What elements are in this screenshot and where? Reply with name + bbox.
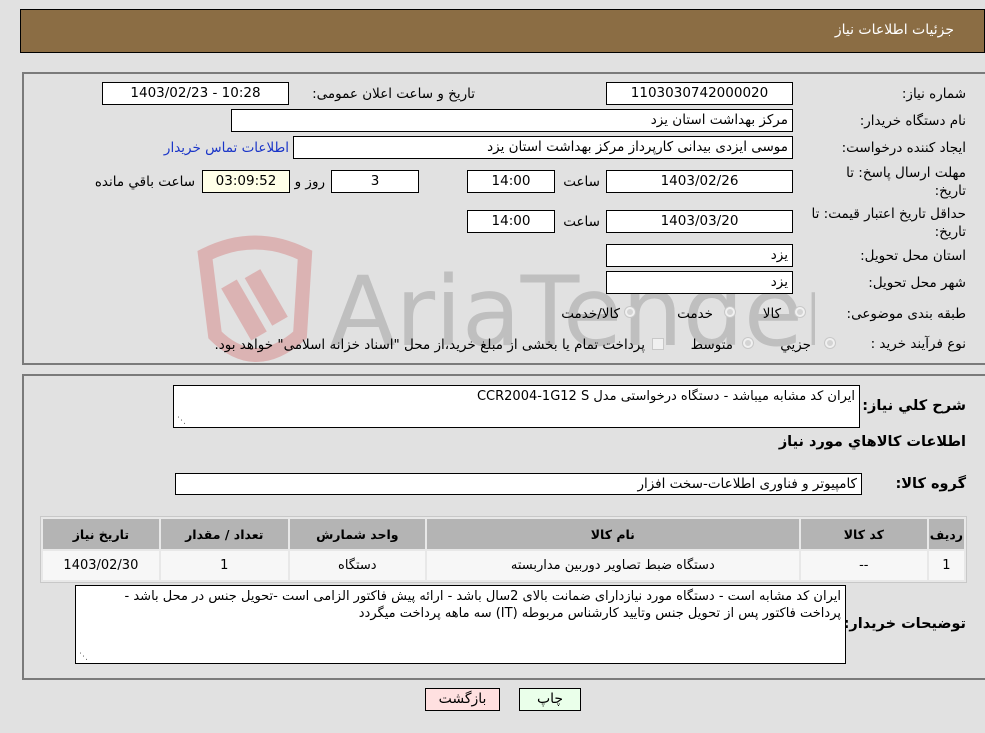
days-remaining-field: 3 [331, 170, 419, 193]
resize-grip-icon[interactable]: ⋰ [176, 417, 186, 426]
price-validity-date: 1403/03/20 [606, 210, 793, 233]
remaining-time-field: 03:09:52 [202, 170, 290, 193]
purchase-option-minor: جزيي [780, 337, 811, 353]
goods-table: ردیف کد کالا نام کالا واحد شمارش تعداد /… [40, 516, 967, 583]
print-button[interactable]: چاپ [519, 688, 581, 711]
category-radio-goods[interactable] [794, 306, 806, 318]
cell-row-number: 1 [928, 551, 964, 580]
price-validity-time: 14:00 [467, 210, 555, 233]
category-option-service: خدمت [677, 306, 713, 322]
buyer-notes-label: توضیحات خریدار: [843, 616, 966, 632]
category-radio-service[interactable] [724, 306, 736, 318]
description-label: شرح کلي نياز: [862, 398, 966, 414]
col-need-date: تاریخ نیاز [43, 519, 159, 549]
remaining-time-label: ساعت باقي مانده [94, 174, 195, 190]
announce-field: 1403/02/23 - 10:28 [102, 82, 289, 105]
cell-goods-code: -- [800, 551, 927, 580]
purchase-type-label: نوع فرآیند خرید : [870, 336, 966, 352]
table-row: 1 -- دستگاه ضبط تصاویر دوربین مداربسته د… [43, 551, 964, 580]
page-title: جزئیات اطلاعات نیاز [834, 22, 954, 38]
buyer-notes-textarea[interactable]: ایران کد مشابه است - دستگاه مورد نیازدار… [75, 585, 846, 664]
goods-group-field: کامپیوتر و فناوری اطلاعات-سخت افزار [175, 473, 862, 495]
description-text: ایران کد مشابه میباشد - دستگاه درخواستی … [476, 389, 855, 404]
price-validity-label: حداقل تاریخ اعتبار قیمت: تا تاریخ: [811, 206, 966, 240]
buyer-org-field: مرکز بهداشت استان یزد [231, 109, 793, 132]
announce-label: تاریخ و ساعت اعلان عمومی: [312, 86, 475, 102]
city-label: شهر محل تحویل: [868, 275, 966, 291]
buyer-notes-text: ایران کد مشابه است - دستگاه مورد نیازدار… [124, 589, 841, 621]
purchase-radio-minor[interactable] [824, 337, 836, 349]
category-label: طبقه بندی موضوعی: [846, 306, 966, 322]
city-field: یزد [606, 271, 793, 294]
purchase-radio-medium[interactable] [742, 337, 754, 349]
col-goods-name: نام کالا [426, 519, 799, 549]
days-label: روز و [294, 174, 325, 190]
buyer-org-label: نام دستگاه خریدار: [859, 113, 966, 129]
price-time-label: ساعت [563, 214, 600, 230]
reply-time-label: ساعت [563, 174, 600, 190]
back-button[interactable]: بازگشت [425, 688, 500, 711]
province-field: یزد [606, 244, 793, 267]
cell-unit: دستگاه [289, 551, 425, 580]
reply-deadline-label: مهلت ارسال پاسخ: تا تاریخ: [846, 165, 966, 199]
col-unit: واحد شمارش [289, 519, 425, 549]
treasury-checkbox[interactable] [652, 338, 664, 350]
category-option-goods-service: کالا/خدمت [561, 306, 620, 322]
page-header: جزئیات اطلاعات نیاز [20, 9, 985, 53]
resize-grip-icon[interactable]: ⋰ [78, 653, 88, 662]
col-goods-code: کد کالا [800, 519, 927, 549]
description-textarea[interactable]: ایران کد مشابه میباشد - دستگاه درخواستی … [173, 385, 860, 428]
payment-note: پرداخت تمام یا بخشی از مبلغ خرید،از محل … [214, 337, 645, 353]
category-option-goods: کالا [762, 306, 781, 322]
goods-group-label: گروه کالا: [895, 476, 966, 492]
buyer-contact-link[interactable]: اطلاعات تماس خریدار [164, 140, 289, 156]
reply-deadline-time: 14:00 [467, 170, 555, 193]
col-quantity: تعداد / مقدار [160, 519, 288, 549]
need-number-field: 1103030742000020 [606, 82, 793, 105]
requester-field: موسی ایزدی بیدانی کارپرداز مرکز بهداشت ا… [293, 136, 793, 159]
cell-need-date: 1403/02/30 [43, 551, 159, 580]
goods-table-header: ردیف کد کالا نام کالا واحد شمارش تعداد /… [43, 519, 964, 549]
reply-deadline-date: 1403/02/26 [606, 170, 793, 193]
province-label: استان محل تحویل: [860, 248, 966, 264]
category-radio-goods-service[interactable] [624, 306, 636, 318]
purchase-option-medium: متوسط [690, 337, 733, 353]
cell-quantity: 1 [160, 551, 288, 580]
cell-goods-name: دستگاه ضبط تصاویر دوربین مداربسته [426, 551, 799, 580]
goods-info-title: اطلاعات کالاهاي مورد نياز [778, 434, 966, 450]
need-number-label: شماره نیاز: [901, 86, 966, 102]
col-row-number: ردیف [928, 519, 964, 549]
requester-label: ایجاد کننده درخواست: [841, 140, 966, 156]
